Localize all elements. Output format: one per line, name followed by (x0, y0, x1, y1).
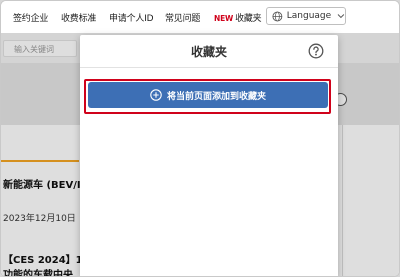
popup-title: 收藏夹 (190, 45, 227, 59)
nav-item-faq[interactable]: 常见问题 (165, 11, 200, 24)
favorites-popup: 收藏夹 将当前页面添加到收藏夹 (80, 35, 338, 276)
language-selector[interactable]: Language (266, 7, 346, 25)
nav-item-pricing[interactable]: 收费标准 (61, 11, 96, 24)
add-circle-icon (150, 89, 162, 101)
help-icon[interactable] (308, 43, 324, 59)
nav-item-personal-id[interactable]: 申请个人ID (109, 11, 154, 24)
add-button-label: 将当前页面添加到收藏夹 (166, 91, 266, 102)
language-label: Language (286, 11, 332, 21)
popup-divider (80, 67, 338, 68)
new-badge: NEW (214, 14, 234, 23)
browser-frame: 签约企业 收费标准 申请个人ID 常见问题 NEW 收藏夹 Language 输入… (0, 0, 400, 277)
globe-icon (272, 11, 283, 21)
nav-item-favorites[interactable]: NEW 收藏夹 (214, 11, 262, 24)
favorites-label: 收藏夹 (235, 14, 262, 24)
chevron-down-icon (337, 14, 345, 19)
nav-item-partner-companies[interactable]: 签约企业 (13, 11, 48, 24)
top-navigation: 签约企业 收费标准 申请个人ID 常见问题 NEW 收藏夹 Language (1, 1, 399, 33)
add-to-favorites-button[interactable]: 将当前页面添加到收藏夹 (88, 82, 328, 108)
